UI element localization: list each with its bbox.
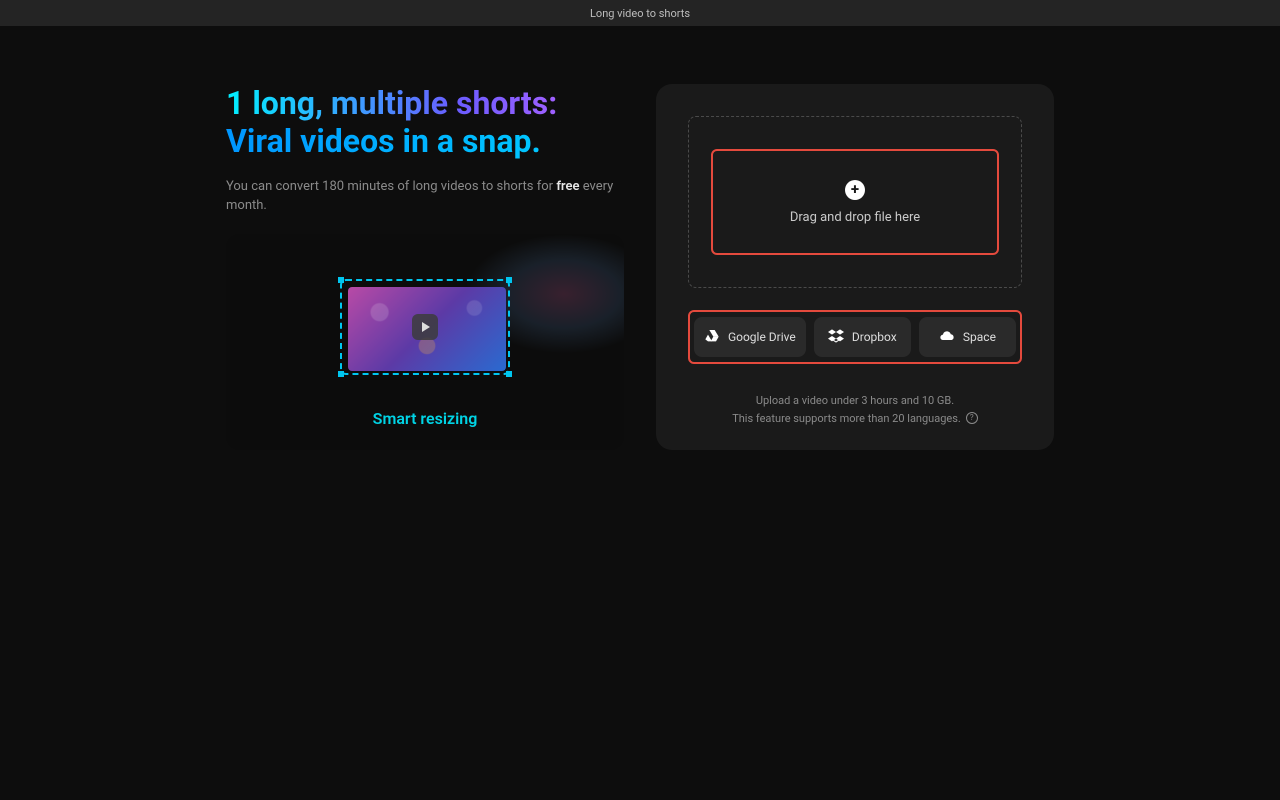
add-icon: +: [845, 180, 865, 200]
upload-footer-line2: This feature supports more than 20 langu…: [732, 410, 961, 428]
dropzone-label: Drag and drop file here: [790, 210, 920, 225]
headline-part-2: Viral videos in a snap.: [226, 122, 541, 160]
page-content: 1 long, multiple shorts: Viral videos in…: [0, 26, 1280, 450]
preview-card: Smart resizing: [226, 234, 624, 450]
subheadline-before: You can convert 180 minutes of long vide…: [226, 179, 556, 194]
dropbox-button[interactable]: Dropbox: [814, 317, 911, 357]
space-button[interactable]: Space: [919, 317, 1016, 357]
left-column: 1 long, multiple shorts: Viral videos in…: [226, 84, 624, 450]
dropzone-container: + Drag and drop file here: [688, 116, 1022, 288]
subheadline-bold: free: [556, 179, 579, 194]
crop-handle: [506, 371, 512, 377]
info-icon[interactable]: ?: [966, 412, 978, 424]
dropbox-label: Dropbox: [852, 330, 897, 344]
headline: 1 long, multiple shorts: Viral videos in…: [226, 84, 624, 161]
preview-label: Smart resizing: [373, 409, 478, 428]
upload-panel: + Drag and drop file here Google Drive: [656, 84, 1054, 450]
google-drive-icon: [704, 328, 720, 347]
headline-part-1: 1 long, multiple shorts:: [226, 84, 557, 122]
preview-crop-frame: [340, 279, 510, 375]
crop-handle: [338, 371, 344, 377]
crop-handle: [506, 277, 512, 283]
google-drive-button[interactable]: Google Drive: [694, 317, 806, 357]
page-title: Long video to shorts: [590, 7, 690, 20]
cloud-icon: [939, 328, 955, 347]
upload-footer-line2-row: This feature supports more than 20 langu…: [688, 410, 1022, 428]
dropbox-icon: [828, 328, 844, 347]
provider-row-highlight: Google Drive Dropbox Space: [688, 310, 1022, 364]
crop-handle: [338, 277, 344, 283]
dropzone[interactable]: + Drag and drop file here: [711, 149, 999, 255]
google-drive-label: Google Drive: [728, 330, 796, 344]
upload-footer-line1: Upload a video under 3 hours and 10 GB.: [688, 392, 1022, 410]
content-row: 1 long, multiple shorts: Viral videos in…: [226, 84, 1054, 450]
play-icon: [412, 314, 438, 340]
upload-footer: Upload a video under 3 hours and 10 GB. …: [688, 392, 1022, 427]
space-label: Space: [963, 330, 996, 344]
top-bar: Long video to shorts: [0, 0, 1280, 26]
provider-row: Google Drive Dropbox Space: [694, 317, 1016, 357]
subheadline: You can convert 180 minutes of long vide…: [226, 177, 624, 216]
